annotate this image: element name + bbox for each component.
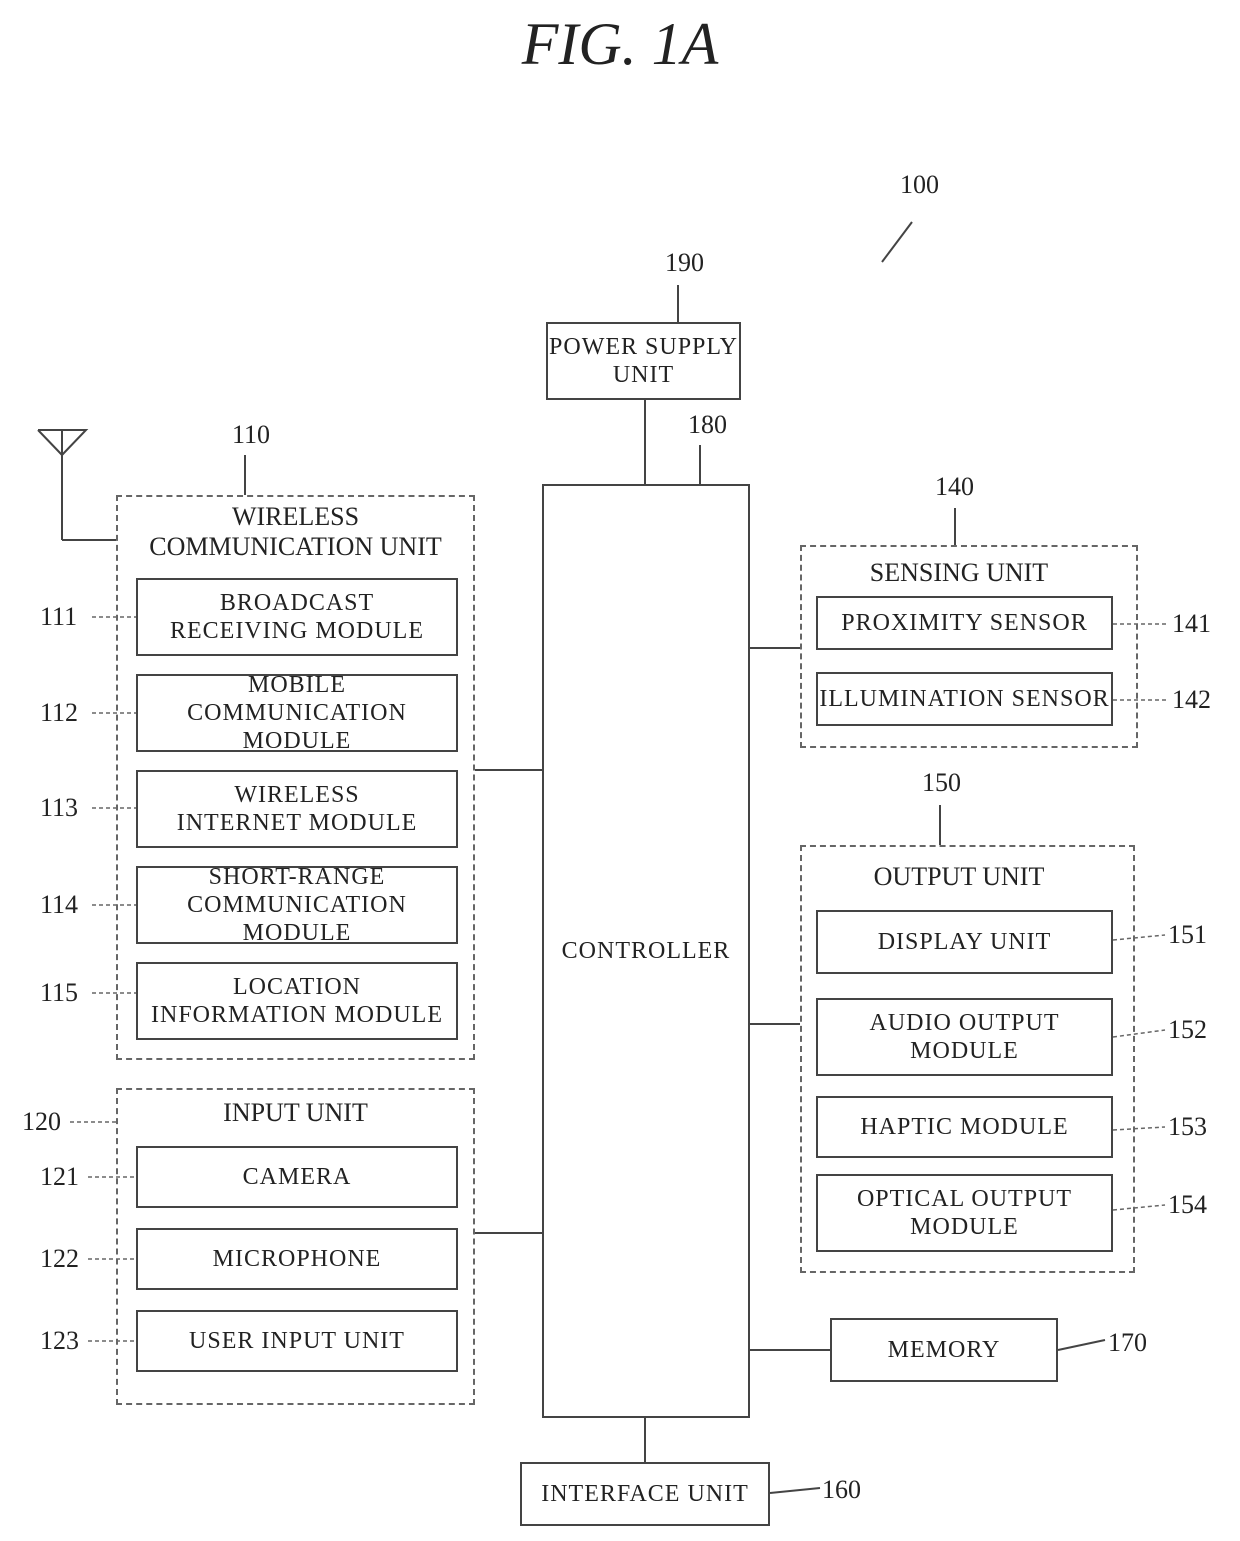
leader-100 — [881, 221, 913, 263]
ref-120: 120 — [22, 1107, 61, 1136]
ref-111: 111 — [40, 602, 78, 631]
ref-141: 141 — [1172, 609, 1211, 638]
ref-140: 140 — [935, 472, 974, 501]
user-input-unit: USER INPUT UNIT — [136, 1310, 458, 1372]
audio-output-module: AUDIO OUTPUT MODULE — [816, 998, 1113, 1076]
illumination-sensor: ILLUMINATION SENSOR — [816, 672, 1113, 726]
input-unit-label: INPUT UNIT — [223, 1098, 368, 1127]
ref-150: 150 — [922, 768, 961, 797]
wireless-internet-module: WIRELESS INTERNET MODULE — [136, 770, 458, 848]
ref-123: 123 — [40, 1326, 79, 1355]
sensing-unit-label: SENSING UNIT — [869, 558, 1049, 587]
camera: CAMERA — [136, 1146, 458, 1208]
ref-160: 160 — [822, 1475, 861, 1504]
ref-100: 100 — [900, 170, 939, 199]
ref-151: 151 — [1168, 920, 1207, 949]
ref-153: 153 — [1168, 1112, 1207, 1141]
ref-113: 113 — [40, 793, 79, 822]
output-unit-label: OUTPUT UNIT — [873, 862, 1045, 891]
memory: MEMORY — [830, 1318, 1058, 1382]
ref-152: 152 — [1168, 1015, 1207, 1044]
ref-190: 190 — [665, 248, 704, 277]
short-range-communication-module: SHORT-RANGE COMMUNICATION MODULE — [136, 864, 458, 946]
ref-114: 114 — [40, 890, 79, 919]
figure-canvas: FIG. 1A 100 190 180 110 111 112 113 114 … — [0, 0, 1240, 1541]
ref-154: 154 — [1168, 1190, 1207, 1219]
microphone: MICROPHONE — [136, 1228, 458, 1290]
mobile-communication-module: MOBILE COMMUNICATION MODULE — [136, 672, 458, 754]
power-supply-unit: POWER SUPPLY UNIT — [546, 322, 741, 400]
display-unit: DISPLAY UNIT — [816, 910, 1113, 974]
controller: CONTROLLER — [542, 484, 750, 1418]
ref-121: 121 — [40, 1162, 79, 1191]
proximity-sensor: PROXIMITY SENSOR — [816, 596, 1113, 650]
ref-170: 170 — [1108, 1328, 1147, 1357]
ref-142: 142 — [1172, 685, 1211, 714]
ref-115: 115 — [40, 978, 79, 1007]
ref-112: 112 — [40, 698, 79, 727]
optical-output-module: OPTICAL OUTPUT MODULE — [816, 1174, 1113, 1252]
ref-122: 122 — [40, 1244, 79, 1273]
haptic-module: HAPTIC MODULE — [816, 1096, 1113, 1158]
ref-180: 180 — [688, 410, 727, 439]
ref-110: 110 — [232, 420, 271, 449]
location-information-module: LOCATION INFORMATION MODULE — [136, 962, 458, 1040]
wireless-unit-label: WIRELESS COMMUNICATION UNIT — [149, 502, 442, 561]
broadcast-receiving-module: BROADCAST RECEIVING MODULE — [136, 578, 458, 656]
interface-unit: INTERFACE UNIT — [520, 1462, 770, 1526]
